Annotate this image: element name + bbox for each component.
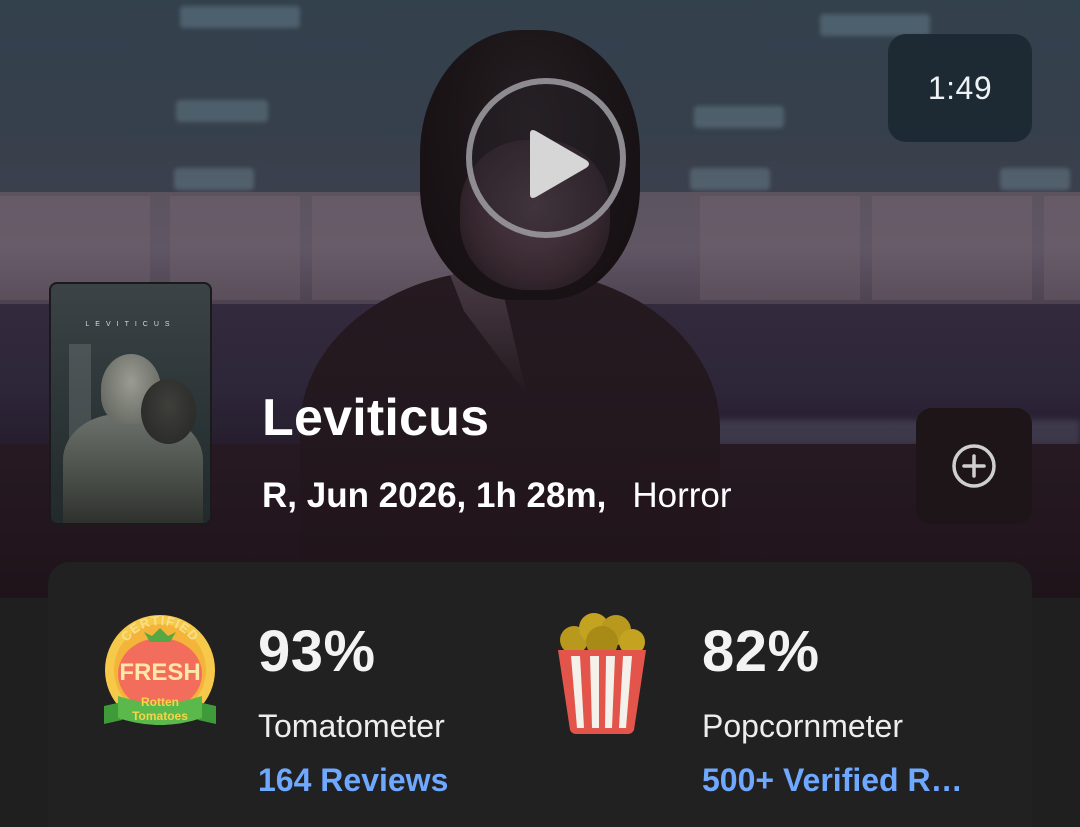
- movie-poster[interactable]: LEVITICUS: [49, 282, 212, 525]
- badge-tomatoes-text: Tomatoes: [132, 709, 188, 723]
- popcornmeter-label: Popcornmeter: [702, 708, 903, 744]
- movie-meta-details: R, Jun 2026, 1h 28m,: [262, 476, 607, 515]
- movie-genre-link[interactable]: Horror: [632, 476, 731, 516]
- tomatometer-reviews-link[interactable]: 164 Reviews: [258, 762, 448, 799]
- poster-figure-head: [141, 379, 196, 444]
- badge-fresh-text: FRESH: [119, 659, 200, 686]
- trailer-duration-badge: 1:49: [888, 34, 1032, 142]
- play-icon: [530, 130, 589, 198]
- tomatometer-score: 93%: [258, 619, 376, 684]
- score-card: CERTIFIED FRESH Rotten Tomatoes 93% Toma…: [48, 562, 1032, 827]
- tomatometer-label: Tomatometer: [258, 708, 445, 744]
- movie-page: 1:49 LEVITICUS Leviticus R, Jun 2026, 1h…: [0, 0, 1080, 827]
- popcornmeter-score: 82%: [702, 619, 820, 684]
- poster-title: LEVITICUS: [85, 321, 176, 328]
- play-trailer-button[interactable]: [466, 78, 626, 238]
- plus-circle-icon: [952, 444, 996, 488]
- popcornmeter-reviews-link[interactable]: 500+ Verified R…: [702, 762, 963, 799]
- badge-rotten-text: Rotten: [141, 695, 179, 709]
- certified-fresh-icon: CERTIFIED FRESH Rotten Tomatoes: [104, 613, 216, 725]
- popcorn-bucket-icon: [558, 613, 646, 734]
- movie-title: Leviticus: [262, 389, 490, 447]
- add-to-watchlist-button[interactable]: [916, 408, 1032, 524]
- movie-meta: R, Jun 2026, 1h 28m, Horror: [262, 476, 732, 516]
